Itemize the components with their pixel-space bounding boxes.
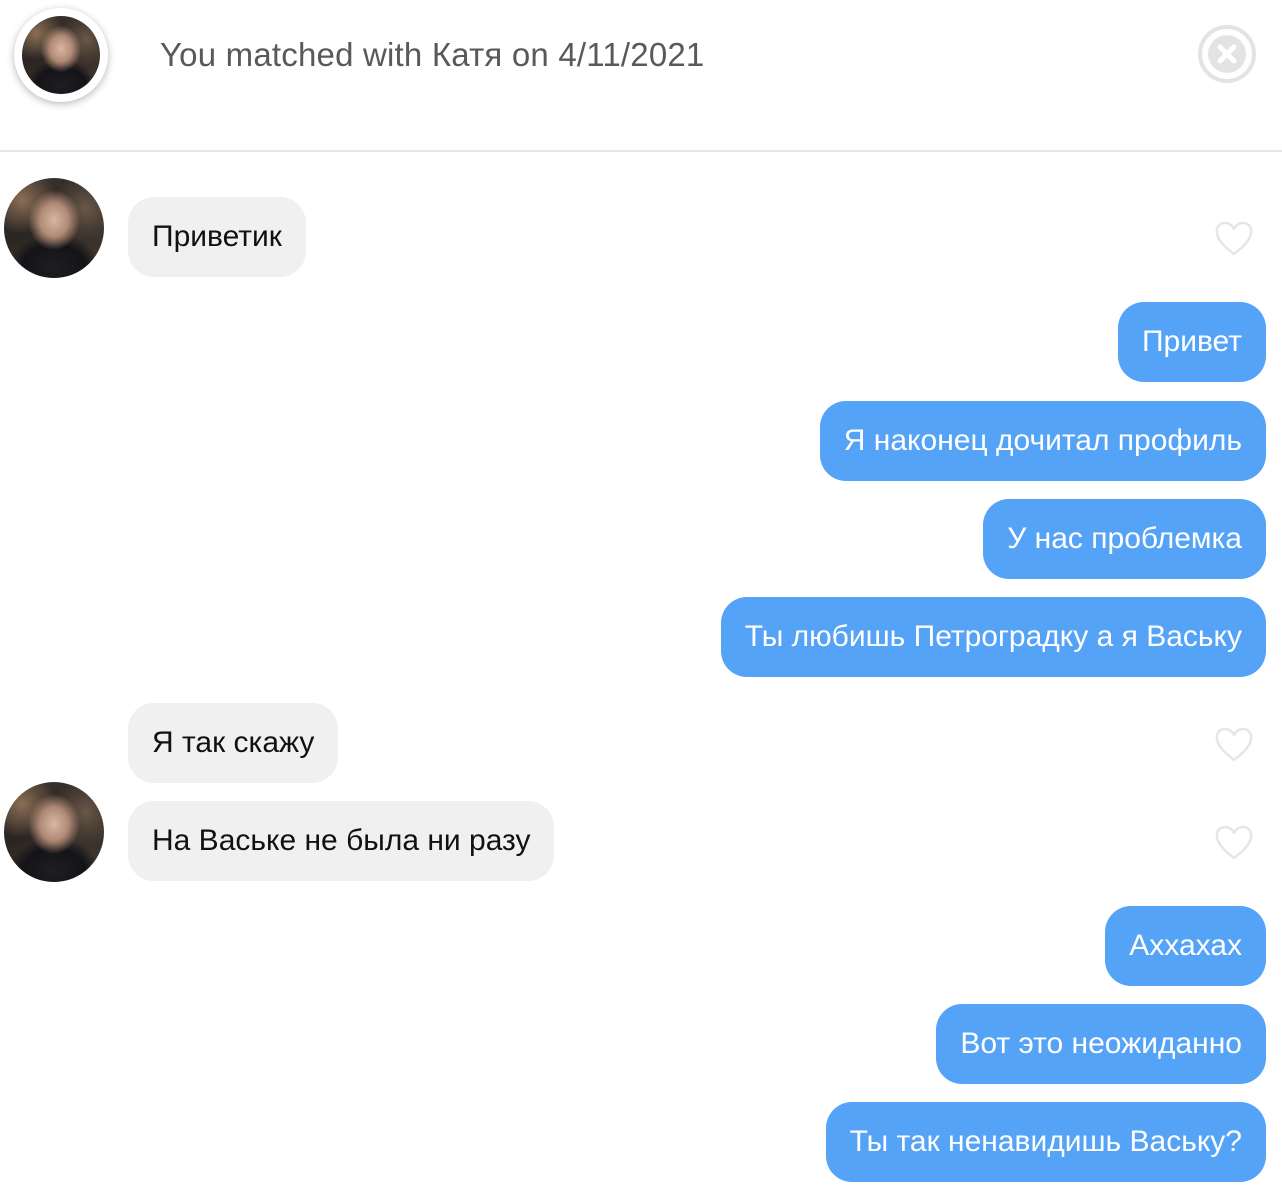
sender-avatar[interactable] bbox=[4, 782, 104, 882]
sender-avatar[interactable] bbox=[4, 178, 104, 278]
message-bubble-outgoing[interactable]: Аххахах bbox=[1105, 906, 1266, 986]
message-bubble-outgoing[interactable]: Ты так ненавидишь Ваську? bbox=[825, 1102, 1266, 1182]
message-bubble-incoming[interactable]: Приветик bbox=[128, 197, 306, 277]
like-heart-icon[interactable] bbox=[1214, 727, 1254, 763]
match-avatar[interactable] bbox=[14, 8, 108, 102]
close-icon[interactable] bbox=[1197, 24, 1257, 84]
message-bubble-outgoing[interactable]: Ты любишь Петроградку а я Ваську bbox=[720, 597, 1266, 677]
chat-page: You matched with Катя on 4/11/2021 Приве… bbox=[0, 0, 1282, 1186]
match-profile-photo bbox=[22, 16, 100, 94]
message-bubble-incoming[interactable]: Я так скажу bbox=[128, 703, 339, 783]
message-bubble-outgoing[interactable]: Я наконец дочитал профиль bbox=[819, 401, 1266, 481]
message-bubble-outgoing[interactable]: Привет bbox=[1117, 302, 1266, 382]
like-heart-icon[interactable] bbox=[1214, 825, 1254, 861]
chat-header: You matched with Катя on 4/11/2021 bbox=[0, 0, 1282, 152]
like-heart-icon[interactable] bbox=[1214, 221, 1254, 257]
message-bubble-outgoing[interactable]: У нас проблемка bbox=[983, 499, 1266, 579]
message-bubble-outgoing[interactable]: Вот это неожиданно bbox=[936, 1004, 1266, 1084]
message-bubble-incoming[interactable]: На Ваське не была ни разу bbox=[128, 801, 555, 881]
match-info-text: You matched with Катя on 4/11/2021 bbox=[160, 36, 705, 73]
